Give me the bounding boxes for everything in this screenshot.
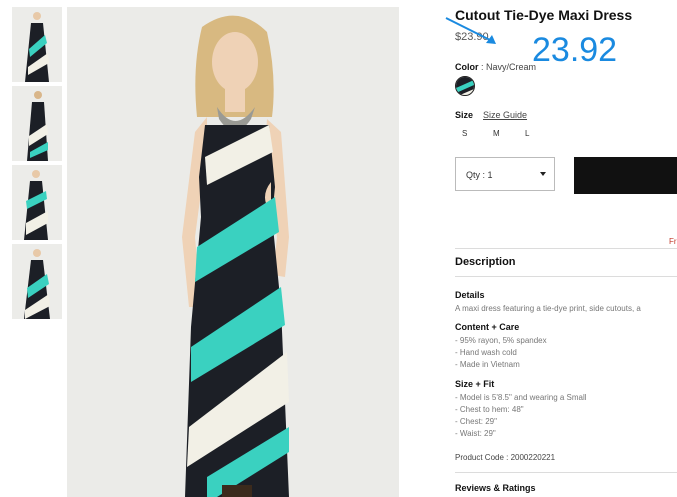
quantity-value: Qty : 1 bbox=[466, 170, 493, 180]
size-option-s[interactable]: S bbox=[462, 129, 467, 138]
thumbnail-image bbox=[12, 165, 62, 240]
thumbnail-image bbox=[12, 86, 62, 161]
color-label-text: Color bbox=[455, 62, 479, 72]
content-line: - Made in Vietnam bbox=[455, 360, 520, 369]
truncated-notice: Fr bbox=[669, 237, 677, 246]
divider bbox=[455, 248, 677, 249]
color-value: Navy/Cream bbox=[486, 62, 537, 72]
dress-model-photo bbox=[67, 7, 399, 497]
fit-line: - Chest: 29" bbox=[455, 417, 497, 426]
divider bbox=[455, 276, 677, 277]
product-thumbnail[interactable] bbox=[12, 244, 62, 319]
divider bbox=[455, 472, 677, 473]
main-product-image[interactable] bbox=[67, 7, 399, 497]
price-annotation: 23.92 bbox=[532, 31, 618, 69]
content-care-heading: Content + Care bbox=[455, 322, 520, 332]
size-fit-heading: Size + Fit bbox=[455, 379, 495, 389]
swatch-icon bbox=[456, 77, 474, 95]
product-code: Product Code : 2000220221 bbox=[455, 453, 556, 462]
product-thumbnail[interactable] bbox=[12, 165, 62, 240]
thumbnail-image bbox=[12, 244, 62, 319]
size-option-m[interactable]: M bbox=[493, 129, 500, 138]
content-line: - 95% rayon, 5% spandex bbox=[455, 336, 547, 345]
reviews-heading[interactable]: Reviews & Ratings bbox=[455, 483, 536, 493]
thumbnail-image bbox=[12, 7, 62, 82]
product-thumbnail[interactable] bbox=[12, 86, 62, 161]
size-option-l[interactable]: L bbox=[525, 129, 529, 138]
chevron-down-icon bbox=[540, 172, 546, 176]
size-label: Size bbox=[455, 110, 474, 120]
product-thumbnail[interactable] bbox=[12, 7, 62, 82]
content-line: - Hand wash cold bbox=[455, 348, 517, 357]
fit-line: - Waist: 29" bbox=[455, 429, 496, 438]
add-to-bag-button[interactable] bbox=[574, 157, 677, 194]
details-text: A maxi dress featuring a tie-dye print, … bbox=[455, 304, 641, 313]
quantity-select[interactable]: Qty : 1 bbox=[455, 157, 555, 191]
color-swatch[interactable] bbox=[455, 76, 475, 96]
details-heading: Details bbox=[455, 290, 485, 300]
color-separator: : bbox=[481, 62, 484, 72]
size-guide-link[interactable]: Size Guide bbox=[483, 110, 527, 120]
description-heading[interactable]: Description bbox=[455, 256, 516, 268]
fit-line: - Model is 5'8.5" and wearing a Small bbox=[455, 393, 587, 402]
fit-line: - Chest to hem: 48" bbox=[455, 405, 524, 414]
color-label: Color : Navy/Cream bbox=[455, 62, 536, 72]
arrow-annotation-icon bbox=[445, 17, 496, 44]
